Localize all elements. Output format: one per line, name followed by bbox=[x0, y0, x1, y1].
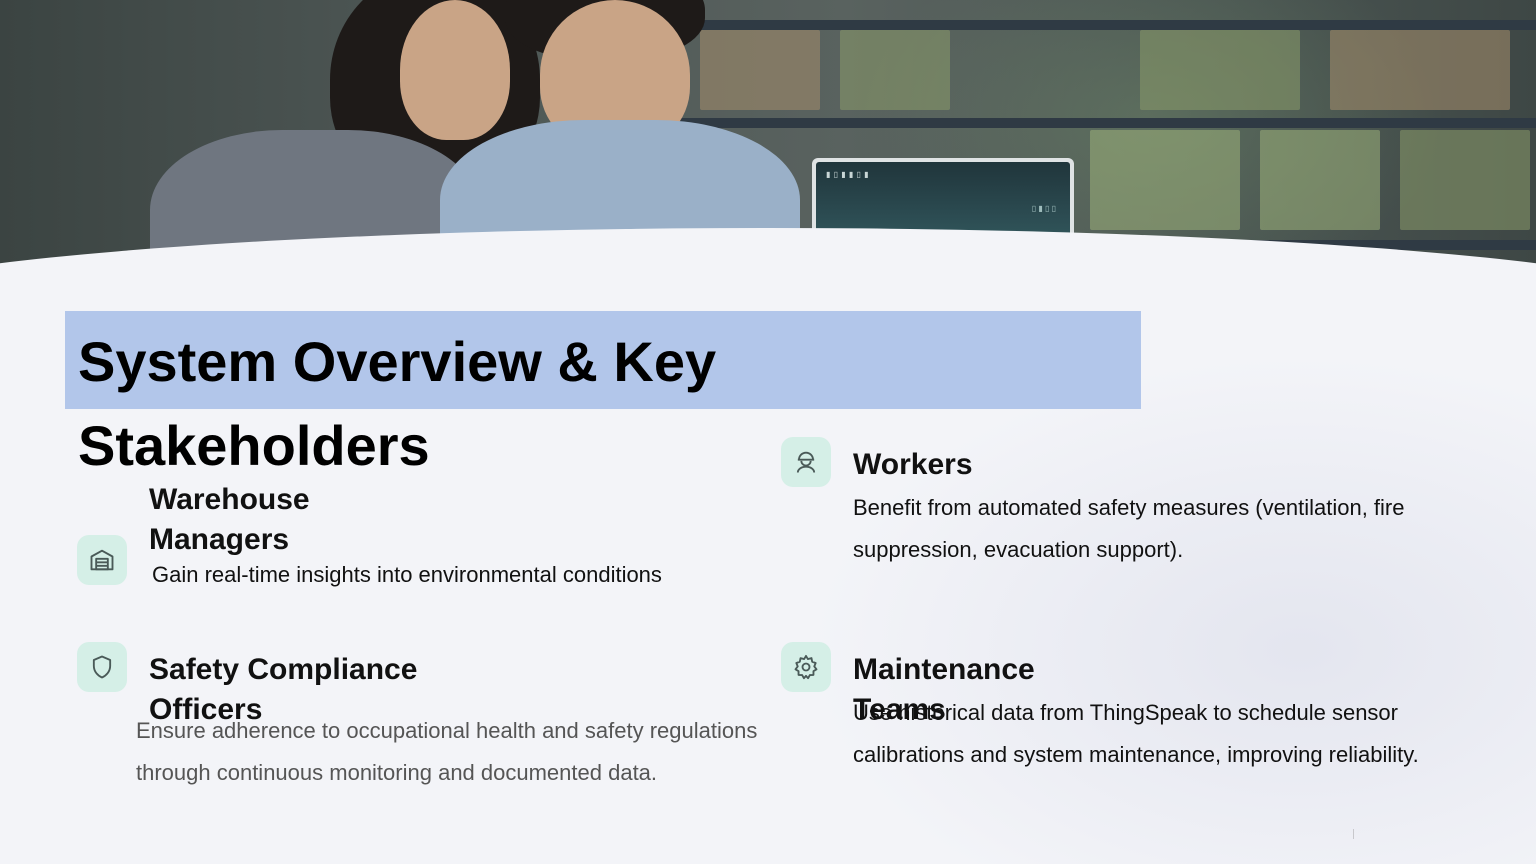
shelf-box bbox=[700, 30, 820, 110]
laptop-screen-text: ▯ ▮ ▯ ▯ bbox=[1031, 204, 1056, 213]
stakeholder-description: Ensure adherence to occupational health … bbox=[136, 718, 758, 785]
laptop-screen-text: ▮ ▯ ▮ ▮ ▯ ▮ bbox=[826, 170, 870, 179]
person-face bbox=[400, 0, 510, 140]
stakeholder-title: Workers bbox=[853, 448, 973, 481]
stakeholder-description: Gain real-time insights into environment… bbox=[152, 562, 662, 587]
gear-icon bbox=[781, 642, 831, 692]
shelf-box bbox=[1330, 30, 1510, 110]
warehouse-icon bbox=[77, 535, 127, 585]
shield-icon bbox=[77, 642, 127, 692]
worker-helmet-icon bbox=[781, 437, 831, 487]
shelf-box bbox=[1260, 130, 1380, 230]
stakeholder-title: Warehouse Managers bbox=[149, 483, 310, 556]
shelf-box bbox=[1090, 130, 1240, 230]
shelf-box bbox=[1400, 130, 1530, 230]
shelf bbox=[640, 20, 1536, 30]
stakeholder-description: Benefit from automated safety measures (… bbox=[853, 495, 1405, 562]
stakeholder-description: Use historical data from ThingSpeak to s… bbox=[853, 700, 1419, 767]
shelf bbox=[640, 118, 1536, 128]
shelf-box bbox=[840, 30, 950, 110]
page-title: System Overview & Key Stakeholders bbox=[78, 330, 717, 477]
shelf-box bbox=[1140, 30, 1300, 110]
hero-photo: ▮ ▯ ▮ ▮ ▯ ▮ ▯ ▮ ▯ ▯ bbox=[0, 0, 1536, 300]
divider-tick bbox=[1353, 829, 1354, 839]
